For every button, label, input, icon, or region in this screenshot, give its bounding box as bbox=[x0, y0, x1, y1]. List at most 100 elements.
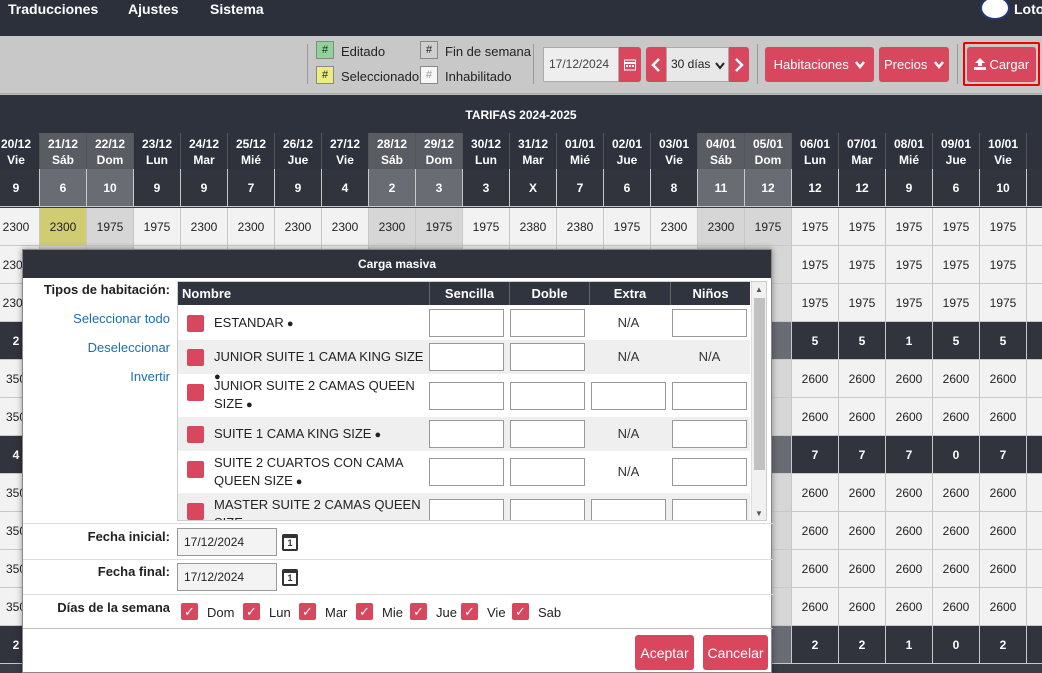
weekday-checkbox[interactable]: ✓ bbox=[512, 603, 529, 620]
day-header[interactable]: 31/12 Mar bbox=[510, 133, 557, 169]
select-all-link[interactable]: Seleccionar todo bbox=[23, 311, 170, 326]
precios-dropdown[interactable]: Precios bbox=[879, 47, 949, 82]
weekday-checkbox[interactable]: ✓ bbox=[356, 603, 373, 620]
rate-cell[interactable]: 2300 bbox=[698, 208, 745, 246]
doble-input[interactable] bbox=[510, 499, 585, 520]
doble-input[interactable] bbox=[510, 309, 585, 337]
rate-cell[interactable] bbox=[1027, 588, 1042, 626]
rate-cell[interactable] bbox=[1027, 360, 1042, 398]
room-type-checkbox[interactable] bbox=[187, 348, 204, 366]
day-header[interactable]: 08/01 Mié bbox=[886, 133, 933, 169]
next-period-button[interactable] bbox=[729, 47, 749, 82]
rate-cell[interactable]: 1975 bbox=[839, 284, 886, 322]
room-types-scrollbar[interactable]: ▲ ▼ bbox=[751, 282, 766, 520]
day-header[interactable]: 27/12 Vie bbox=[322, 133, 369, 169]
doble-input[interactable] bbox=[510, 458, 585, 486]
room-type-checkbox[interactable] bbox=[187, 503, 204, 520]
rate-cell[interactable]: 1975 bbox=[933, 284, 980, 322]
rate-cell[interactable]: 2600 bbox=[933, 360, 980, 398]
ninos-input[interactable] bbox=[672, 381, 747, 410]
day-header[interactable]: 23/12 Lun bbox=[134, 133, 181, 169]
rate-cell[interactable]: 2600 bbox=[933, 398, 980, 436]
day-header[interactable]: 06/01 Lun bbox=[792, 133, 839, 169]
rate-cell[interactable]: 2600 bbox=[933, 474, 980, 512]
deselect-link[interactable]: Deseleccionar bbox=[23, 340, 170, 355]
rate-cell[interactable]: 2600 bbox=[839, 360, 886, 398]
rate-cell[interactable]: 2600 bbox=[792, 550, 839, 588]
rate-cell[interactable]: 2300 bbox=[181, 208, 228, 246]
ninos-input[interactable] bbox=[672, 420, 747, 448]
weekday-checkbox[interactable]: ✓ bbox=[181, 603, 198, 620]
rate-cell[interactable]: 2380 bbox=[510, 208, 557, 246]
day-header[interactable]: 01/01 Mié bbox=[557, 133, 604, 169]
rate-cell[interactable]: 2600 bbox=[886, 474, 933, 512]
rate-cell[interactable] bbox=[1027, 474, 1042, 512]
rate-cell[interactable]: 2300 bbox=[369, 208, 416, 246]
rate-cell[interactable] bbox=[1027, 208, 1042, 246]
end-date-calendar-icon[interactable]: 1 bbox=[282, 569, 298, 586]
sencilla-input[interactable] bbox=[429, 343, 504, 371]
date-input[interactable]: 17/12/2024 bbox=[543, 47, 619, 82]
rate-cell[interactable]: 2600 bbox=[792, 512, 839, 550]
cargar-button[interactable]: Cargar bbox=[967, 47, 1036, 82]
rate-cell[interactable]: 2300 bbox=[651, 208, 698, 246]
weekday-checkbox[interactable]: ✓ bbox=[243, 603, 260, 620]
rate-cell[interactable]: 2600 bbox=[839, 474, 886, 512]
rate-cell[interactable]: 1975 bbox=[134, 208, 181, 246]
day-header[interactable]: 24/12 Mar bbox=[181, 133, 228, 169]
weekday-checkbox[interactable]: ✓ bbox=[410, 603, 427, 620]
rate-cell[interactable] bbox=[1027, 246, 1042, 284]
day-header[interactable]: 02/01 Jue bbox=[604, 133, 651, 169]
rate-cell[interactable]: 1975 bbox=[980, 284, 1027, 322]
rate-cell[interactable]: 2600 bbox=[980, 398, 1027, 436]
rate-cell[interactable]: 2300 bbox=[322, 208, 369, 246]
rate-cell[interactable]: 1975 bbox=[416, 208, 463, 246]
rate-cell[interactable]: 2600 bbox=[886, 550, 933, 588]
extra-input[interactable] bbox=[591, 381, 666, 410]
rate-cell[interactable]: 2600 bbox=[792, 588, 839, 626]
calendar-button[interactable] bbox=[619, 47, 641, 82]
rate-cell[interactable]: 2600 bbox=[839, 550, 886, 588]
scroll-thumb[interactable] bbox=[754, 298, 765, 470]
rate-cell[interactable]: 2600 bbox=[980, 588, 1027, 626]
day-header[interactable]: 26/12 Jue bbox=[275, 133, 322, 169]
rate-cell[interactable]: 2600 bbox=[933, 550, 980, 588]
rate-cell[interactable]: 1975 bbox=[839, 208, 886, 246]
rate-cell[interactable]: 1975 bbox=[745, 208, 792, 246]
rate-cell[interactable] bbox=[1027, 284, 1042, 322]
day-header[interactable]: 11 bbox=[1027, 133, 1042, 169]
rate-cell[interactable]: 2600 bbox=[839, 398, 886, 436]
day-header[interactable]: 03/01 Vie bbox=[651, 133, 698, 169]
rate-cell[interactable]: 2600 bbox=[980, 360, 1027, 398]
weekday-checkbox[interactable]: ✓ bbox=[461, 603, 478, 620]
rate-cell[interactable]: 2600 bbox=[980, 512, 1027, 550]
day-header[interactable]: 05/01 Dom bbox=[745, 133, 792, 169]
rate-cell[interactable]: 2300 bbox=[228, 208, 275, 246]
doble-input[interactable] bbox=[510, 343, 585, 371]
rate-cell[interactable]: 2600 bbox=[980, 550, 1027, 588]
rate-cell[interactable]: 2600 bbox=[839, 588, 886, 626]
sencilla-input[interactable] bbox=[429, 499, 504, 520]
rate-cell[interactable]: 2600 bbox=[886, 512, 933, 550]
day-header[interactable]: 25/12 Mié bbox=[228, 133, 275, 169]
rate-cell[interactable]: 2600 bbox=[886, 360, 933, 398]
nav-item-ajustes[interactable]: Ajustes bbox=[128, 1, 179, 17]
start-date-calendar-icon[interactable]: 1 bbox=[282, 534, 298, 551]
day-header[interactable]: 28/12 Sáb bbox=[369, 133, 416, 169]
sencilla-input[interactable] bbox=[429, 381, 504, 410]
habitaciones-dropdown[interactable]: Habitaciones bbox=[765, 47, 874, 82]
rate-cell[interactable]: 1975 bbox=[792, 284, 839, 322]
day-header[interactable]: 29/12 Dom bbox=[416, 133, 463, 169]
day-header[interactable]: 10/01 Vie bbox=[980, 133, 1027, 169]
rate-cell[interactable]: 1975 bbox=[886, 246, 933, 284]
rate-cell[interactable]: 1975 bbox=[933, 246, 980, 284]
prev-period-button[interactable] bbox=[646, 47, 666, 82]
invert-link[interactable]: Invertir bbox=[23, 369, 170, 384]
day-header[interactable]: 07/01 Mar bbox=[839, 133, 886, 169]
days-range-select[interactable]: 30 días bbox=[666, 47, 729, 82]
sencilla-input[interactable] bbox=[429, 420, 504, 448]
day-header[interactable]: 21/12 Sáb bbox=[40, 133, 87, 169]
rate-cell[interactable]: 1975 bbox=[792, 246, 839, 284]
day-header[interactable]: 22/12 Dom bbox=[87, 133, 134, 169]
rate-cell[interactable]: 1975 bbox=[87, 208, 134, 246]
